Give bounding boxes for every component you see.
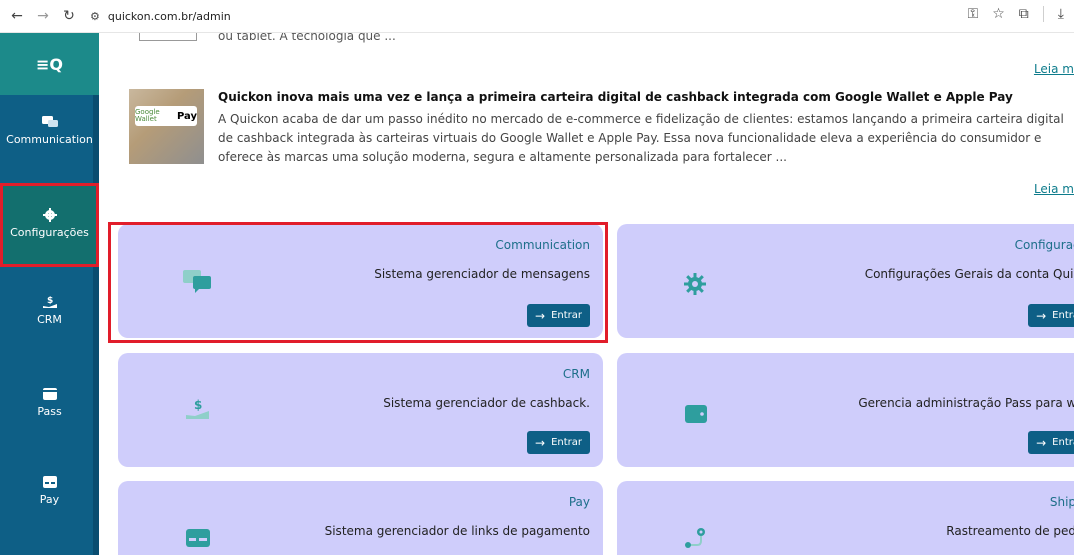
chat-icon (41, 116, 58, 127)
module-card-pass: Pa Gerencia administração Pass para wal … (617, 353, 1074, 467)
cashback-hand-icon: $ (186, 398, 209, 419)
browser-nav: ← → ↻ (0, 5, 80, 27)
logo-text: ≡Q (35, 54, 63, 74)
arrow-right-icon: → (1036, 308, 1047, 323)
read-more-link[interactable]: Leia m (1034, 62, 1074, 76)
browser-toolbar: ← → ↻ ⚙ quickon.com.br/admin ⚿ ☆ ⧉ ⤓ (0, 0, 1074, 33)
enter-button[interactable]: → Entra (1028, 304, 1074, 327)
main-content: ou tablet. A tecnologia que ... Leia m G… (99, 33, 1074, 555)
read-more-link[interactable]: Leia m (1034, 182, 1074, 196)
news-title[interactable]: Quickon inova mais uma vez e lança a pri… (218, 90, 1013, 104)
card-description: Sistema gerenciador de cashback. (383, 396, 590, 410)
sidebar-item-communication[interactable]: Communication (0, 115, 99, 146)
wallet-icon (42, 388, 57, 400)
svg-text:$: $ (194, 398, 202, 412)
previous-news-snippet: ou tablet. A tecnologia que ... (218, 33, 396, 43)
sidebar-item-label: CRM (37, 313, 62, 326)
module-card-shipping: Shippi Rastreamento de pedid (617, 481, 1074, 555)
download-icon[interactable]: ⤓ (1058, 6, 1064, 22)
reload-icon[interactable]: ↻ (58, 5, 80, 27)
sidebar-item-label: Configurações (10, 226, 89, 239)
module-card-pay: Pay Sistema gerenciador de links de paga… (118, 481, 603, 555)
arrow-right-icon: → (535, 435, 546, 450)
sidebar-item-pay[interactable]: Pay (0, 475, 99, 506)
arrow-right-icon: → (1036, 435, 1047, 450)
site-info-icon[interactable]: ⚙ (90, 10, 100, 23)
card-title: Shippi (1049, 495, 1074, 509)
address-bar[interactable]: ⚙ quickon.com.br/admin (90, 10, 231, 23)
card-description: Gerencia administração Pass para wal (858, 396, 1074, 410)
gear-icon (684, 273, 706, 295)
enter-button-label: Entra (1052, 310, 1074, 321)
news-image[interactable]: Google Wallet Pay (129, 89, 204, 164)
route-icon (685, 528, 705, 548)
apple-pay-text: Pay (176, 110, 197, 122)
card-icon (42, 476, 57, 488)
enter-button[interactable]: → Entra (1028, 431, 1074, 454)
browser-actions: ⚿ ☆ ⧉ ⤓ (968, 6, 1064, 22)
forward-icon[interactable]: → (32, 5, 54, 27)
sidebar-item-pass[interactable]: Pass (0, 387, 99, 418)
card-title: Configuraçõ (1014, 238, 1074, 252)
key-icon[interactable]: ⚿ (968, 6, 979, 22)
extensions-icon[interactable]: ⧉ (1019, 6, 1029, 22)
sidebar-item-label: Pay (39, 493, 60, 506)
url-text: quickon.com.br/admin (107, 9, 231, 23)
sidebar-item-configuracoes[interactable]: Configurações (0, 183, 99, 267)
sidebar-item-crm[interactable]: $ CRM (0, 295, 99, 326)
cashback-hand-icon: $ (42, 296, 57, 308)
card-description: Rastreamento de pedid (946, 524, 1074, 538)
back-icon[interactable]: ← (6, 5, 28, 27)
card-description: Sistema gerenciador de links de pagament… (324, 524, 590, 538)
sidebar: ≡Q Communication Configurações $ CRM Pas… (0, 33, 99, 555)
selection-highlight (108, 222, 608, 343)
news-body: A Quickon acaba de dar um passo inédito … (218, 112, 1064, 164)
previous-news-image (139, 33, 197, 41)
enter-button-label: Entrar (551, 437, 582, 448)
google-wallet-text: Google Wallet (135, 108, 160, 123)
card-icon (186, 529, 210, 547)
gear-icon (42, 208, 57, 222)
module-card-crm: CRM $ Sistema gerenciador de cashback. →… (118, 353, 603, 467)
module-card-configuracoes: Configuraçõ Configurações Gerais da cont… (617, 224, 1074, 338)
sidebar-item-label: Communication (6, 133, 93, 146)
enter-button[interactable]: → Entrar (527, 431, 590, 454)
card-title: Pay (568, 495, 590, 509)
toolbar-divider (1042, 6, 1044, 22)
card-title: CRM (562, 367, 590, 381)
card-description: Configurações Gerais da conta Quick (864, 267, 1074, 281)
quickon-logo[interactable]: ≡Q (0, 33, 99, 95)
wallet-icon (685, 405, 707, 423)
bookmark-star-icon[interactable]: ☆ (992, 6, 1005, 22)
wallet-badge: Google Wallet Pay (135, 106, 197, 126)
svg-text:$: $ (47, 296, 53, 306)
sidebar-item-label: Pass (37, 405, 62, 418)
enter-button-label: Entra (1052, 437, 1074, 448)
